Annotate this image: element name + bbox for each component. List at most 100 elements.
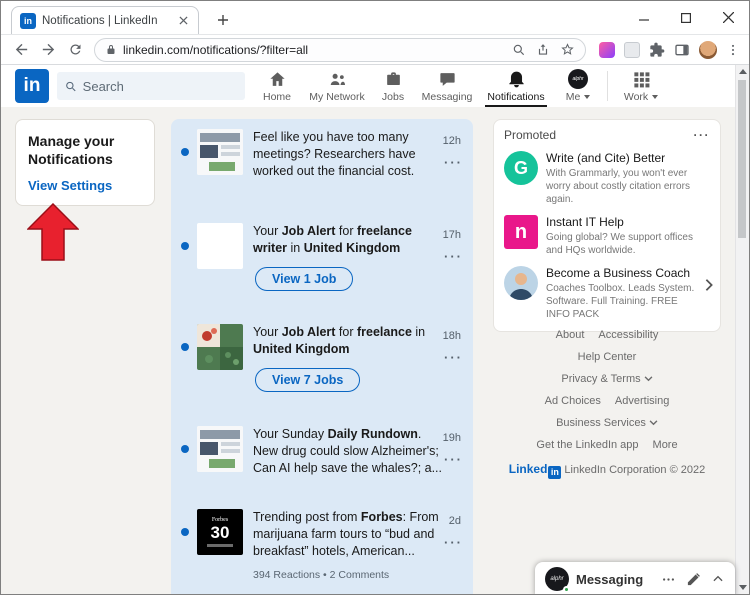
comments-count[interactable]: 2 Comments [330, 569, 390, 581]
nav-messaging[interactable]: Messaging [415, 65, 479, 107]
notification-item[interactable]: Your Sunday Daily Rundown. New drug coul… [171, 426, 473, 477]
reactions-count[interactable]: 394 Reactions [253, 569, 320, 581]
nav-work[interactable]: Work [612, 65, 670, 107]
search-icon [66, 81, 76, 91]
chrome-profile-avatar[interactable] [699, 40, 717, 59]
ad-grammarly[interactable]: G Write (and Cite) Better With Grammarly… [504, 151, 710, 206]
messaging-icon [439, 72, 455, 86]
footer-link-business-services[interactable]: Business Services [556, 417, 658, 429]
online-status-dot [563, 586, 570, 593]
footer-link-about[interactable]: About [556, 329, 585, 341]
ad-business-coach[interactable]: Become a Business Coach Coaches Toolbox.… [504, 266, 713, 321]
ad-title: Become a Business Coach [546, 266, 691, 280]
messaging-more-icon[interactable] [661, 572, 676, 587]
notification-text: Feel like you have too many meetings? Re… [253, 130, 416, 178]
bookmark-star-icon[interactable] [560, 42, 575, 57]
back-button[interactable] [9, 38, 33, 62]
browser-tab[interactable]: in Notifications | LinkedIn [11, 6, 199, 34]
view-jobs-button[interactable]: View 7 Jobs [255, 367, 361, 392]
more-menu-icon[interactable]: ··· [444, 350, 463, 365]
side-panel-icon[interactable] [674, 42, 690, 58]
view-settings-link[interactable]: View Settings [28, 178, 142, 193]
article-thumbnail [197, 129, 243, 175]
messaging-dock[interactable]: alphr Messaging [535, 562, 735, 594]
chrome-menu-icon[interactable] [726, 43, 740, 57]
more-menu-icon[interactable]: ··· [444, 249, 463, 264]
timestamp: 2d [448, 515, 461, 527]
chevron-up-icon[interactable] [711, 572, 725, 586]
footer-link-more[interactable]: More [653, 439, 678, 451]
ad-instant-it[interactable]: n Instant IT Help Going global? We suppo… [504, 215, 710, 257]
nav-me[interactable]: alphr Me [553, 65, 603, 107]
me-avatar: alphr [568, 69, 588, 89]
pencil-extension-icon[interactable] [599, 41, 615, 58]
linkedin-header: in Home My Network Jobs Messaging [1, 65, 737, 107]
footer-link-privacy-terms[interactable]: Privacy & Terms [561, 373, 653, 385]
more-menu-icon[interactable]: ··· [444, 535, 463, 550]
footer-link-advertising[interactable]: Advertising [615, 395, 669, 407]
nav-home[interactable]: Home [251, 65, 303, 107]
more-menu-icon[interactable]: ··· [444, 155, 463, 170]
chevron-down-icon [649, 420, 658, 426]
manage-notifications-title: Manage your Notifications [28, 133, 115, 168]
footer-logo-line: Linked in LinkedIn Corporation © 2022 [507, 461, 707, 479]
linkedin-wordmark: Linked [508, 462, 548, 476]
scroll-down-arrow[interactable] [736, 581, 749, 594]
tab-strip: in Notifications | LinkedIn [1, 1, 749, 34]
forward-button[interactable] [36, 38, 60, 62]
url-text: linkedin.com/notifications/?filter=all [123, 42, 309, 57]
linkedin-wordmark-in: in [548, 466, 562, 479]
new-tab-button[interactable] [213, 10, 233, 30]
notification-item[interactable]: Forbes 30 Trending post from Forbes: From… [171, 509, 473, 581]
lock-icon [107, 44, 115, 54]
ad-title: Write (and Cite) Better [546, 151, 666, 165]
ad-description: Going global? We support offices and HQs… [546, 232, 693, 256]
grammarly-icon: G [504, 151, 538, 185]
maximize-button[interactable] [665, 1, 707, 34]
notification-item[interactable]: Your Job Alert for freelance writer in U… [171, 223, 473, 291]
extension-icon[interactable] [624, 41, 640, 58]
tab-close-icon[interactable] [176, 14, 190, 28]
linkedin-logo[interactable]: in [15, 69, 49, 103]
share-icon[interactable] [536, 43, 550, 57]
nav-divider [607, 71, 608, 101]
nav-notifications[interactable]: Notifications [479, 65, 553, 107]
nav-jobs[interactable]: Jobs [371, 65, 415, 107]
puzzle-extensions-icon[interactable] [649, 42, 665, 58]
minimize-button[interactable] [623, 1, 665, 34]
linkedin-footer: About Accessibility Help Center Privacy … [493, 329, 721, 479]
notification-text: Your Job Alert for freelance in United K… [253, 325, 426, 356]
address-bar[interactable]: linkedin.com/notifications/?filter=all [94, 37, 586, 62]
scroll-up-arrow[interactable] [736, 65, 749, 78]
daily-rundown-thumbnail [197, 426, 243, 472]
more-menu-icon[interactable]: ··· [444, 452, 463, 467]
reload-button[interactable] [63, 38, 87, 62]
unread-dot [181, 528, 189, 536]
scrollbar-thumb[interactable] [738, 80, 746, 238]
footer-link-accessibility[interactable]: Accessibility [598, 329, 658, 341]
timestamp: 12h [442, 135, 461, 147]
search-input[interactable] [82, 78, 237, 94]
bell-icon [508, 71, 524, 87]
jobs-icon [386, 71, 400, 85]
unread-dot [181, 242, 189, 250]
promoted-more-icon[interactable]: ··· [694, 128, 711, 142]
footer-link-ad-choices[interactable]: Ad Choices [545, 395, 601, 407]
manage-notifications-card: Manage your Notifications View Settings [15, 119, 155, 207]
footer-link-help-center[interactable]: Help Center [578, 351, 637, 363]
view-jobs-button[interactable]: View 1 Job [255, 266, 354, 291]
notification-item[interactable]: Your Job Alert for freelance in United K… [171, 324, 473, 392]
chevron-down-icon [652, 94, 659, 99]
timestamp: 18h [442, 330, 461, 342]
notification-item[interactable]: Feel like you have too many meetings? Re… [171, 129, 473, 180]
zoom-icon[interactable] [512, 43, 526, 57]
footer-link-get-app[interactable]: Get the LinkedIn app [536, 439, 638, 451]
nav-my-network[interactable]: My Network [303, 65, 371, 107]
chevron-down-icon [584, 95, 591, 99]
search-box[interactable] [57, 72, 245, 100]
chevron-right-icon[interactable] [704, 278, 714, 297]
page-scrollbar[interactable] [735, 65, 749, 594]
promoted-title: Promoted [504, 128, 557, 142]
close-button[interactable] [707, 1, 749, 34]
compose-message-icon[interactable] [686, 572, 701, 587]
